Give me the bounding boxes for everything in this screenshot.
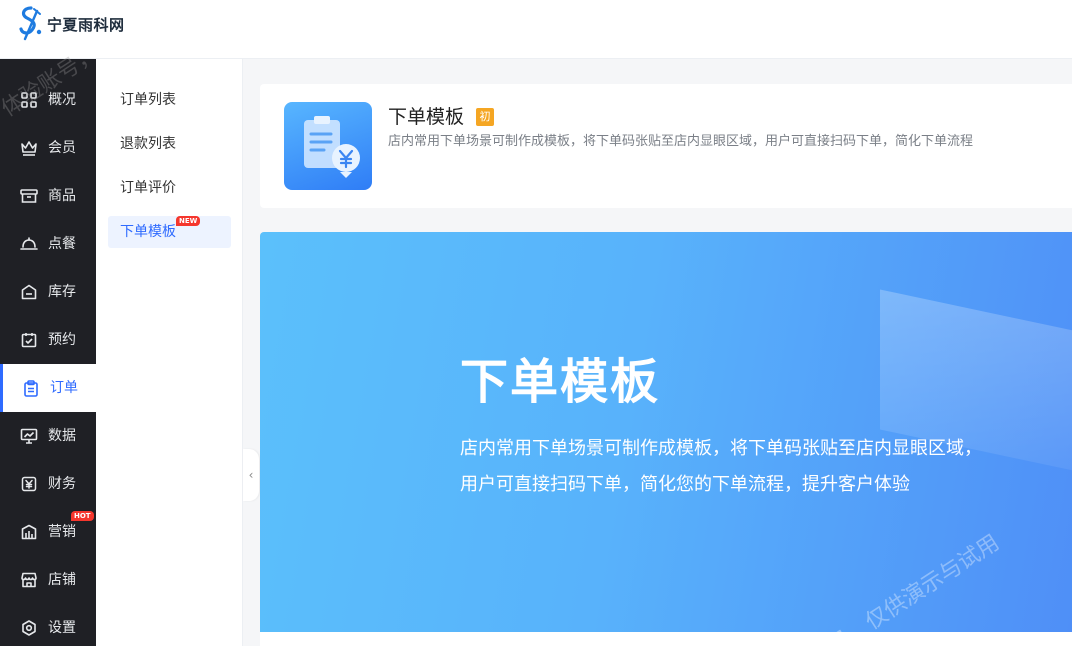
beginner-badge: 初 <box>476 108 494 126</box>
chart-monitor-icon <box>20 427 38 445</box>
banner-title: 下单模板 <box>460 354 661 410</box>
brand-logo[interactable]: 宁夏雨科网 <box>17 5 125 43</box>
store-icon <box>20 571 38 589</box>
main-sidebar: 概况 会员 商品 点餐 库存 预约 订单 数据 财务 营销 HOT 店铺 设置 <box>0 59 96 646</box>
nav-label: 库存 <box>48 284 76 300</box>
nav-item-reservations[interactable]: 预约 <box>0 316 96 364</box>
nav-item-marketing[interactable]: 营销 HOT <box>0 508 96 556</box>
yen-icon <box>20 475 38 493</box>
nav-label: 营销 <box>48 524 76 540</box>
banner-description-line1: 店内常用下单场景可制作成模板，将下单码张贴至店内显眼区域， <box>460 438 982 459</box>
brand-name: 宁夏雨科网 <box>47 15 125 34</box>
nav-item-inventory[interactable]: 库存 <box>0 268 96 316</box>
nav-label: 点餐 <box>48 236 76 252</box>
warehouse-icon <box>20 283 38 301</box>
chevron-left-icon: ‹ <box>248 468 254 482</box>
subnav-order-list[interactable]: 订单列表 <box>108 84 231 116</box>
calendar-check-icon <box>20 331 38 349</box>
hot-badge: HOT <box>71 511 94 521</box>
subnav-order-reviews[interactable]: 订单评价 <box>108 172 231 204</box>
logo-mark-icon <box>19 6 42 41</box>
nav-item-ordering[interactable]: 点餐 <box>0 220 96 268</box>
nav-item-finance[interactable]: 财务 <box>0 460 96 508</box>
content-bottom <box>260 632 1072 646</box>
clipboard-icon <box>22 379 40 397</box>
nav-label: 会员 <box>48 140 76 156</box>
subnav-label: 下单模板 <box>120 224 176 240</box>
settings-icon <box>20 619 38 637</box>
campaign-icon <box>20 523 38 541</box>
new-badge: NEW <box>176 216 201 226</box>
box-icon <box>20 187 38 205</box>
nav-item-store[interactable]: 店铺 <box>0 556 96 604</box>
nav-item-overview[interactable]: 概况 <box>0 76 96 124</box>
nav-item-orders[interactable]: 订单 <box>0 364 96 412</box>
card-title: 下单模板 <box>388 106 465 128</box>
nav-label: 预约 <box>48 332 76 348</box>
nav-label: 数据 <box>48 428 76 444</box>
nav-item-settings[interactable]: 设置 <box>0 604 96 646</box>
secondary-sidebar: 订单列表 退款列表 订单评价 下单模板 NEW <box>96 59 243 646</box>
subnav-refund-list[interactable]: 退款列表 <box>108 128 231 160</box>
cloche-icon <box>20 235 38 253</box>
crown-icon <box>20 139 38 157</box>
nav-label: 订单 <box>50 380 78 396</box>
subnav-order-template[interactable]: 下单模板 NEW <box>108 216 231 248</box>
nav-label: 商品 <box>48 188 76 204</box>
top-bar: 宁夏雨科网 <box>0 0 1072 59</box>
grid-icon <box>20 91 38 109</box>
template-yen-icon <box>284 102 372 190</box>
feature-banner: 下单模板 店内常用下单场景可制作成模板，将下单码张贴至店内显眼区域， 用户可直接… <box>260 232 1072 632</box>
nav-item-members[interactable]: 会员 <box>0 124 96 172</box>
nav-label: 设置 <box>48 620 76 636</box>
nav-label: 店铺 <box>48 572 76 588</box>
nav-label: 概况 <box>48 92 76 108</box>
nav-item-products[interactable]: 商品 <box>0 172 96 220</box>
card-description: 店内常用下单场景可制作成模板，将下单码张贴至店内显眼区域，用户可直接扫码下单，简… <box>388 134 974 149</box>
collapse-sidebar-button[interactable]: ‹ <box>243 449 259 501</box>
template-info-card: 下单模板 初 店内常用下单场景可制作成模板，将下单码张贴至店内显眼区域，用户可直… <box>260 84 1072 208</box>
banner-description-line2: 用户可直接扫码下单，简化您的下单流程，提升客户体验 <box>460 474 910 495</box>
nav-item-data[interactable]: 数据 <box>0 412 96 460</box>
nav-label: 财务 <box>48 476 76 492</box>
